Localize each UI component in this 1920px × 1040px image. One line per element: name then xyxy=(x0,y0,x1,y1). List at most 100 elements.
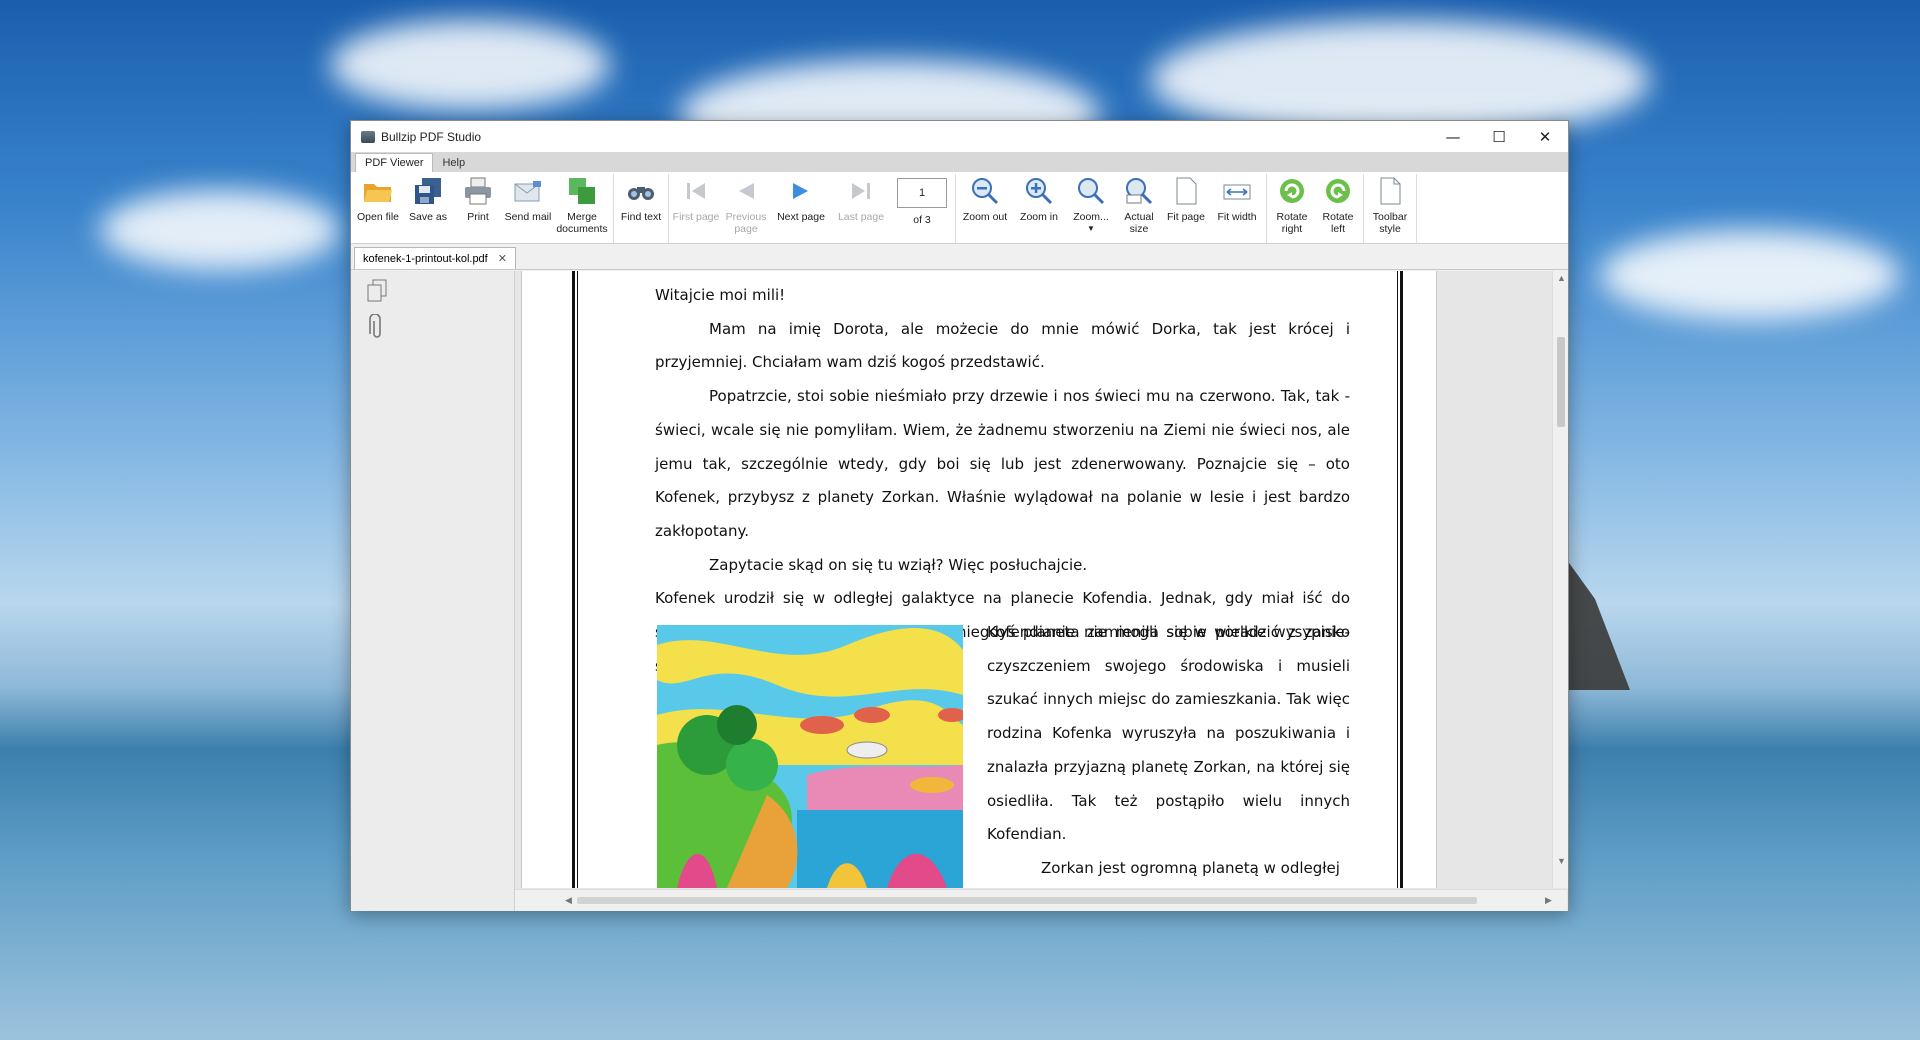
chevron-down-icon: ▼ xyxy=(1087,224,1095,233)
rotate-left-icon xyxy=(1322,174,1354,208)
vertical-scrollbar[interactable]: ▲ ▼ xyxy=(1552,271,1568,888)
illustration-image xyxy=(657,625,963,888)
pdf-view[interactable]: Witajcie moi mili! Mam na imię Dorota, a… xyxy=(515,271,1568,911)
next-page-button[interactable]: Next page xyxy=(771,174,831,243)
document-style-icon xyxy=(1374,174,1406,208)
first-page-label: First page xyxy=(672,211,720,223)
pdf-page: Witajcie moi mili! Mam na imię Dorota, a… xyxy=(521,271,1437,888)
last-page-button[interactable]: Last page xyxy=(831,174,891,243)
tab-pdf-viewer[interactable]: PDF Viewer xyxy=(355,153,434,172)
save-as-button[interactable]: Save as xyxy=(403,174,453,243)
maximize-button[interactable]: ☐ xyxy=(1476,121,1522,152)
close-tab-icon[interactable]: ✕ xyxy=(498,252,507,265)
find-text-label: Find text xyxy=(620,211,662,223)
zoom-in-button[interactable]: Zoom in xyxy=(1012,174,1066,243)
binoculars-icon xyxy=(625,174,657,208)
title-bar: Bullzip PDF Studio — ☐ ✕ xyxy=(351,121,1568,152)
app-window: Bullzip PDF Studio — ☐ ✕ PDF Viewer Help… xyxy=(350,120,1569,911)
paperclip-icon xyxy=(369,314,381,338)
scroll-left-icon[interactable]: ◀ xyxy=(565,895,572,906)
merge-documents-button[interactable]: Merge documents xyxy=(553,174,611,243)
mail-icon xyxy=(512,174,544,208)
previous-page-icon xyxy=(730,174,762,208)
next-page-label: Next page xyxy=(777,211,825,223)
previous-page-label: Previous page xyxy=(725,211,767,235)
first-page-icon xyxy=(680,174,712,208)
paragraph: Popatrzcie, stoi sobie nieśmiało przy dr… xyxy=(655,387,1350,540)
zoom-menu-button[interactable]: Zoom... ▼ xyxy=(1066,174,1116,243)
pages-thumbnail-button[interactable] xyxy=(363,277,391,305)
zoom-icon xyxy=(1075,174,1107,208)
toolbar-style-button[interactable]: Toolbar style xyxy=(1366,174,1414,243)
pages-icon xyxy=(367,279,387,302)
paragraph: Zorkan jest ogromną planetą w odległej xyxy=(1041,858,1340,877)
rotate-right-icon xyxy=(1276,174,1308,208)
paragraph: Mam na imię Dorota, ale możecie do mnie … xyxy=(655,319,1350,372)
fit-width-button[interactable]: Fit width xyxy=(1210,174,1264,243)
last-page-label: Last page xyxy=(837,211,885,223)
zoom-out-icon xyxy=(969,174,1001,208)
close-button[interactable]: ✕ xyxy=(1522,121,1568,152)
merge-documents-label: Merge documents xyxy=(556,211,608,235)
sky-cloud xyxy=(1600,230,1900,320)
wrapped-text: Kofendianie nie mogli sobie poradzić z z… xyxy=(987,616,1350,886)
zoom-in-label: Zoom in xyxy=(1020,211,1058,223)
document-tab[interactable]: kofenek-1-printout-kol.pdf ✕ xyxy=(354,247,516,269)
fit-page-label: Fit page xyxy=(1167,211,1205,223)
page-number-control: 1 of 3 xyxy=(891,174,953,243)
zoom-out-label: Zoom out xyxy=(962,211,1008,223)
horizontal-scrollbar[interactable]: ◀ ▶ xyxy=(515,889,1567,911)
tab-help[interactable]: Help xyxy=(433,154,474,172)
ribbon-tabs: PDF Viewer Help xyxy=(351,152,1568,172)
previous-page-button[interactable]: Previous page xyxy=(721,174,771,243)
paragraph: Witajcie moi mili! xyxy=(655,286,786,304)
zoom-label: Zoom... xyxy=(1073,211,1109,223)
toolbar-style-label: Toolbar style xyxy=(1372,211,1408,235)
viewer-area: Witajcie moi mili! Mam na imię Dorota, a… xyxy=(351,271,1568,911)
vertical-scroll-thumb[interactable] xyxy=(1557,337,1565,427)
page-border-left xyxy=(572,271,578,888)
merge-icon xyxy=(566,174,598,208)
save-as-label: Save as xyxy=(409,211,447,223)
zoom-out-button[interactable]: Zoom out xyxy=(958,174,1012,243)
print-label: Print xyxy=(467,211,489,223)
scroll-up-icon[interactable]: ▲ xyxy=(1557,273,1566,283)
fit-width-label: Fit width xyxy=(1217,211,1257,223)
scroll-right-icon[interactable]: ▶ xyxy=(1545,895,1552,906)
sky-cloud xyxy=(100,190,340,270)
scroll-down-icon[interactable]: ▼ xyxy=(1557,856,1566,866)
sky-cloud xyxy=(330,20,610,110)
fit-page-button[interactable]: Fit page xyxy=(1162,174,1210,243)
folder-icon xyxy=(362,174,394,208)
first-page-button[interactable]: First page xyxy=(671,174,721,243)
rotate-left-label: Rotate left xyxy=(1322,211,1354,235)
find-group: Find text xyxy=(614,174,669,243)
attachments-button[interactable] xyxy=(363,313,391,341)
page-border-right xyxy=(1397,271,1403,888)
send-mail-button[interactable]: Send mail xyxy=(503,174,553,243)
app-icon xyxy=(361,130,375,143)
rotate-left-button[interactable]: Rotate left xyxy=(1315,174,1361,243)
actual-size-button[interactable]: Actual size xyxy=(1116,174,1162,243)
open-file-button[interactable]: Open file xyxy=(353,174,403,243)
actual-size-icon xyxy=(1123,174,1155,208)
horizontal-scroll-thumb[interactable] xyxy=(577,897,1477,904)
find-text-button[interactable]: Find text xyxy=(616,174,666,243)
document-tabs: kofenek-1-printout-kol.pdf ✕ xyxy=(351,244,1568,270)
print-button[interactable]: Print xyxy=(453,174,503,243)
style-group: Toolbar style xyxy=(1364,174,1417,243)
minimize-button[interactable]: — xyxy=(1430,121,1476,152)
file-group: Open file Save as Print Send mail Merge … xyxy=(351,174,614,243)
page-number-input[interactable]: 1 xyxy=(897,178,947,208)
floppy-icon xyxy=(412,174,444,208)
zoom-group: Zoom out Zoom in Zoom... ▼ Actual size F… xyxy=(956,174,1267,243)
document-tab-name: kofenek-1-printout-kol.pdf xyxy=(363,252,488,265)
actual-size-label: Actual size xyxy=(1124,211,1154,235)
window-title: Bullzip PDF Studio xyxy=(381,129,482,144)
rotate-right-button[interactable]: Rotate right xyxy=(1269,174,1315,243)
zoom-in-icon xyxy=(1023,174,1055,208)
printer-icon xyxy=(462,174,494,208)
next-page-icon xyxy=(785,174,817,208)
navigation-group: First page Previous page Next page Last … xyxy=(669,174,956,243)
fit-width-icon xyxy=(1221,174,1253,208)
